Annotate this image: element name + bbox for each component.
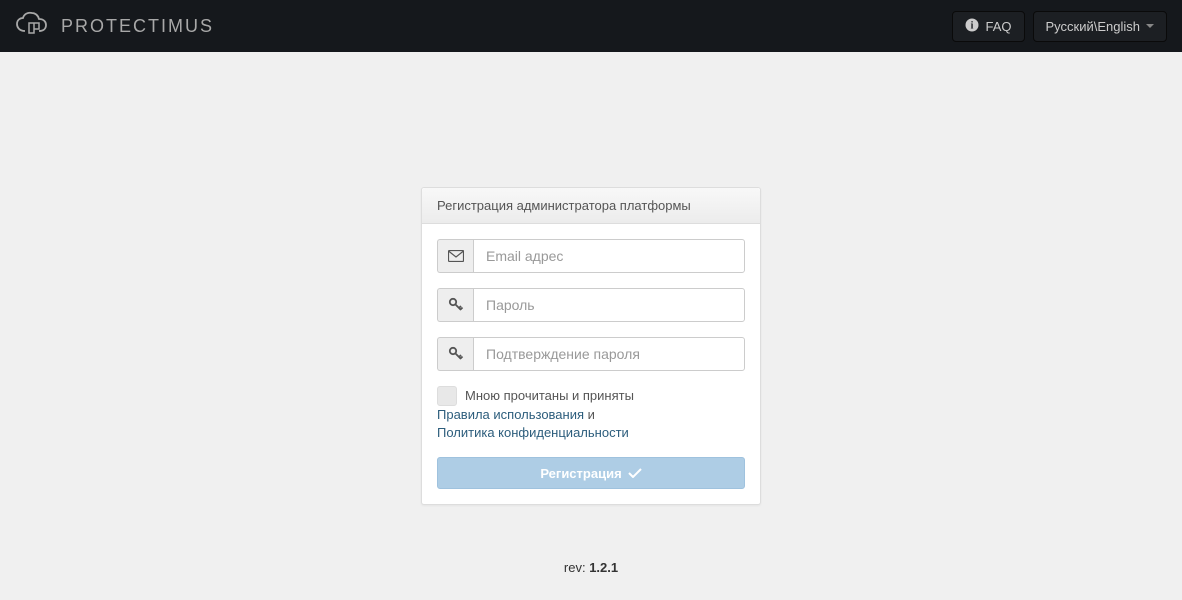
brand-text: PROTECTIMUS [61, 16, 214, 37]
info-icon: i [965, 18, 979, 35]
faq-label: FAQ [985, 19, 1011, 34]
header: PROTECTIMUS i FAQ Русский\English [0, 0, 1182, 52]
terms-section: Мною прочитаны и приняты Правила использ… [437, 386, 745, 442]
chevron-down-icon [1146, 24, 1154, 28]
lang-label: Русский\English [1046, 19, 1141, 34]
password-confirm-field[interactable] [473, 337, 745, 371]
faq-button[interactable]: i FAQ [952, 11, 1024, 42]
terms-link[interactable]: Правила использования [437, 407, 584, 422]
panel-body: Мною прочитаны и приняты Правила использ… [422, 224, 760, 504]
check-icon [628, 466, 642, 481]
privacy-link[interactable]: Политика конфиденциальности [437, 425, 629, 440]
rev-value: 1.2.1 [589, 560, 618, 575]
register-button[interactable]: Регистрация [437, 457, 745, 489]
email-group [437, 239, 745, 273]
terms-and: и [584, 407, 595, 422]
envelope-icon [437, 239, 473, 273]
key-icon [437, 288, 473, 322]
terms-intro-text: Мною прочитаны и приняты [465, 387, 634, 405]
email-field[interactable] [473, 239, 745, 273]
rev-prefix: rev: [564, 560, 589, 575]
cloud-shield-icon [15, 11, 53, 42]
password-group [437, 288, 745, 322]
footer: rev: 1.2.1 [564, 560, 618, 575]
header-actions: i FAQ Русский\English [952, 11, 1167, 42]
password-field[interactable] [473, 288, 745, 322]
panel-title: Регистрация администратора платформы [422, 188, 760, 224]
register-label: Регистрация [540, 466, 621, 481]
lang-button[interactable]: Русский\English [1033, 11, 1168, 42]
main-content: Регистрация администратора платформы [0, 52, 1182, 575]
brand-logo: PROTECTIMUS [15, 11, 214, 42]
svg-text:i: i [971, 20, 974, 31]
terms-checkbox[interactable] [437, 386, 457, 406]
registration-panel: Регистрация администратора платформы [421, 187, 761, 505]
key-icon [437, 337, 473, 371]
password-confirm-group [437, 337, 745, 371]
